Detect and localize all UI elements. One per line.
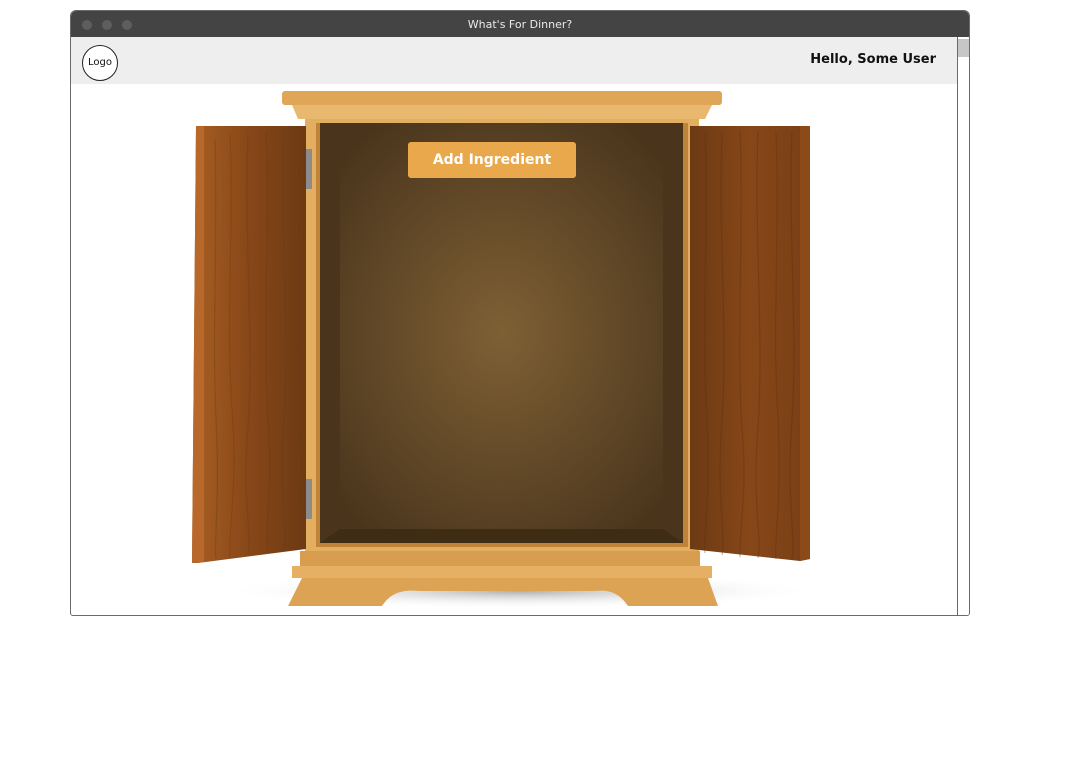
app-header: Logo Hello, Some User	[71, 37, 957, 84]
cabinet-right-door	[690, 126, 810, 561]
cabinet-crown	[282, 91, 722, 105]
scrollbar-thumb[interactable]	[958, 39, 969, 57]
cabinet-left-door	[192, 126, 306, 563]
vertical-scrollbar[interactable]	[957, 37, 969, 615]
user-greeting: Hello, Some User	[810, 52, 936, 67]
window-title: What's For Dinner?	[467, 18, 573, 31]
add-ingredient-button[interactable]: Add Ingredient	[408, 142, 576, 178]
cabinet-interior	[320, 123, 683, 543]
window-titlebar: What's For Dinner?	[71, 11, 969, 37]
logo[interactable]: Logo	[82, 45, 118, 81]
cabinet-base-top	[292, 566, 712, 578]
